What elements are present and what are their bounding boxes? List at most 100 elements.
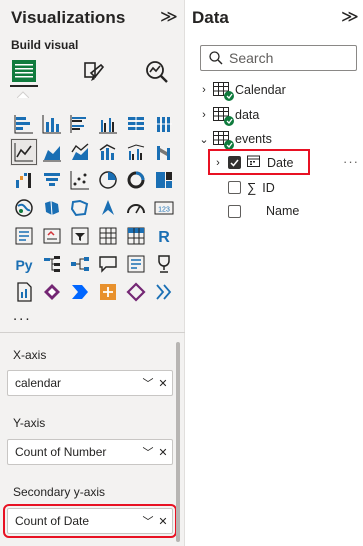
python-visual-icon: Py: [15, 257, 32, 273]
field-date[interactable]: › Date: [212, 155, 293, 170]
data-title: Data: [192, 8, 229, 27]
clustered-bar-chart-tile[interactable]: [66, 110, 94, 138]
table-data[interactable]: › data: [198, 107, 259, 126]
field-name: Name: [266, 204, 300, 218]
pie-chart-tile[interactable]: [94, 166, 122, 194]
decomposition-tree-tile[interactable]: [66, 250, 94, 278]
field-name: Date: [267, 155, 294, 170]
qa-tile[interactable]: [94, 250, 122, 278]
chevron-right-icon[interactable]: ›: [212, 157, 224, 169]
donut-chart-tile[interactable]: [122, 166, 150, 194]
arcgis-icon: [100, 284, 116, 300]
name-checkbox[interactable]: [228, 204, 241, 218]
map-tile[interactable]: [10, 194, 38, 222]
get-more-visuals-icon: [156, 284, 172, 300]
search-input[interactable]: [229, 50, 349, 66]
power-apps-tile[interactable]: [38, 278, 66, 306]
filled-map-icon: [45, 200, 59, 216]
build-visual-tab[interactable]: [10, 57, 38, 87]
gauge-tile[interactable]: [122, 194, 150, 222]
collapse-data-icon[interactable]: ≫: [341, 7, 359, 27]
card-tile[interactable]: 123: [150, 194, 178, 222]
slicer-tile[interactable]: [66, 222, 94, 250]
stacked-bar-chart-tile[interactable]: [10, 110, 38, 138]
chevron-down-icon[interactable]: ⌄: [198, 133, 210, 146]
kpi-tile[interactable]: [38, 222, 66, 250]
field-name-row[interactable]: Name: [228, 204, 299, 218]
id-checkbox[interactable]: [228, 181, 241, 194]
close-icon[interactable]: ✕: [157, 446, 169, 459]
get-more-visuals-tile[interactable]: [150, 278, 178, 306]
filled-map-tile[interactable]: [38, 194, 66, 222]
chevron-right-icon[interactable]: ›: [198, 84, 210, 96]
date-checkbox[interactable]: [228, 156, 241, 169]
narrative-tile[interactable]: [122, 250, 150, 278]
format-visual-tab[interactable]: [80, 57, 108, 87]
table-events[interactable]: ⌄ events: [198, 131, 272, 150]
table-tile[interactable]: [94, 222, 122, 250]
matrix-tile[interactable]: [122, 222, 150, 250]
y-axis-well[interactable]: Count of Number ﹀ ✕: [7, 439, 173, 465]
scatter-chart-tile[interactable]: [66, 166, 94, 194]
multi-row-card-tile[interactable]: [10, 222, 38, 250]
map-icon: [15, 199, 33, 217]
goals-icon: [158, 255, 170, 273]
chevron-down-icon[interactable]: ﹀: [142, 375, 154, 391]
waterfall-chart-tile[interactable]: [10, 166, 38, 194]
area-chart-tile[interactable]: [38, 138, 66, 166]
funnel-chart-tile[interactable]: [38, 166, 66, 194]
ribbon-chart-tile[interactable]: [150, 138, 178, 166]
more-visuals-button[interactable]: ...: [13, 307, 32, 324]
r-visual-tile[interactable]: R: [150, 222, 178, 250]
diamond-visual-tile[interactable]: [122, 278, 150, 306]
paginated-report-tile[interactable]: [10, 278, 38, 306]
shape-map-tile[interactable]: [66, 194, 94, 222]
line-chart-tile[interactable]: [10, 138, 38, 166]
table-calendar[interactable]: › Calendar: [198, 82, 286, 101]
x-axis-label: X-axis: [13, 348, 47, 362]
area-chart-icon: [43, 146, 61, 162]
chevron-down-icon[interactable]: ﹀: [142, 513, 154, 529]
format-brush-icon: [84, 62, 105, 81]
x-axis-field: calendar: [15, 376, 62, 390]
field-id[interactable]: ∑ ID: [228, 180, 275, 195]
python-visual-tile[interactable]: Py: [10, 250, 38, 278]
x-axis-well[interactable]: calendar ﹀ ✕: [7, 370, 173, 396]
secondary-y-axis-well[interactable]: Count of Date ﹀ ✕: [3, 504, 177, 538]
100-stacked-bar-chart-tile[interactable]: [122, 110, 150, 138]
pane-scrollbar[interactable]: [176, 342, 180, 542]
goals-tile[interactable]: [150, 250, 178, 278]
search-box[interactable]: [200, 45, 357, 71]
calendar-icon: [247, 155, 260, 170]
chevron-down-icon[interactable]: ﹀: [142, 444, 154, 460]
treemap-tile[interactable]: [150, 166, 178, 194]
slicer-icon: [71, 227, 89, 245]
power-apps-icon: [44, 284, 60, 300]
line-clustered-column-chart-tile[interactable]: [122, 138, 150, 166]
scatter-chart-icon: [70, 171, 89, 190]
stacked-column-chart-tile[interactable]: [38, 110, 66, 138]
line-stacked-column-chart-tile[interactable]: [94, 138, 122, 166]
arcgis-tile[interactable]: [94, 278, 122, 306]
y-axis-label: Y-axis: [13, 416, 46, 430]
table-icon: [213, 131, 234, 150]
stacked-bar-chart-icon: [14, 115, 33, 134]
analytics-tab[interactable]: [143, 57, 171, 87]
key-influencers-tile[interactable]: [38, 250, 66, 278]
close-icon[interactable]: ✕: [157, 515, 169, 528]
azure-map-icon: [102, 200, 114, 215]
svg-text:Py: Py: [15, 257, 32, 273]
clustered-column-chart-tile[interactable]: [94, 110, 122, 138]
chevron-right-icon[interactable]: ›: [198, 109, 210, 121]
more-options-button[interactable]: ···: [343, 154, 359, 169]
100-stacked-column-chart-tile[interactable]: [150, 110, 178, 138]
line-stacked-column-chart-icon: [99, 144, 116, 160]
azure-map-tile[interactable]: [94, 194, 122, 222]
line-clustered-column-chart-icon: [127, 144, 145, 160]
close-icon[interactable]: ✕: [157, 377, 169, 390]
collapse-visualizations-icon[interactable]: ≫: [160, 7, 178, 27]
visualizations-pane: Visualizations ≫ Build visual 123 R Py ...…: [0, 0, 185, 546]
power-automate-tile[interactable]: [66, 278, 94, 306]
stacked-area-chart-tile[interactable]: [66, 138, 94, 166]
decomposition-tree-icon: [71, 257, 89, 271]
